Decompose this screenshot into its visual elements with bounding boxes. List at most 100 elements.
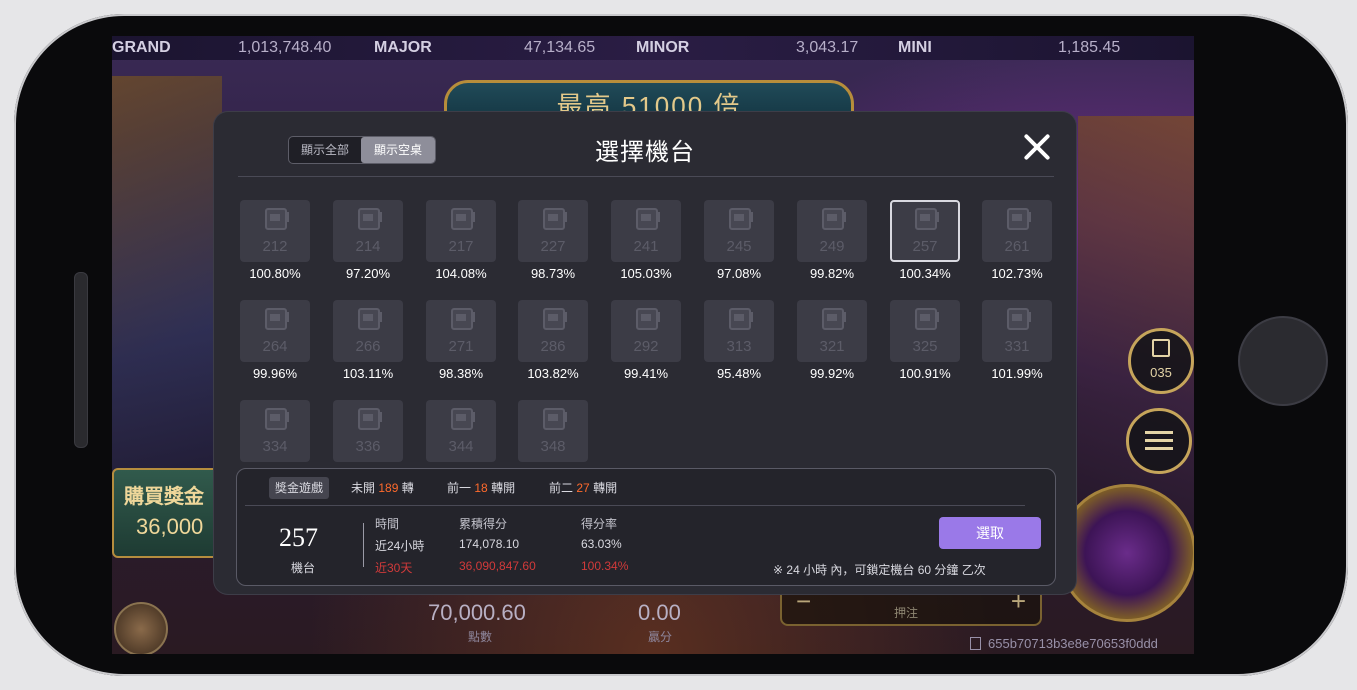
machine-number: 266 xyxy=(355,338,381,355)
machine-tile[interactable]: 257 xyxy=(890,200,960,262)
tab-prev-1-pre: 前一 xyxy=(447,481,472,495)
machine-rate: 103.82% xyxy=(527,366,579,381)
row24-total: 174,078.10 xyxy=(459,537,520,551)
machine-number: 271 xyxy=(448,338,474,355)
machine-rate: 99.41% xyxy=(623,366,669,381)
row30-total: 36,090,847.60 xyxy=(459,559,536,573)
machine-rate: 98.73% xyxy=(530,266,576,281)
machine-rate: 99.82% xyxy=(809,266,855,281)
tab-bonus-game[interactable]: 獎金遊戲 xyxy=(269,477,330,499)
tab-prev-2-post: 轉開 xyxy=(593,481,618,495)
close-icon[interactable] xyxy=(1020,130,1054,164)
slot-machine-icon xyxy=(265,208,289,230)
machine-select-button[interactable]: 035 xyxy=(1128,328,1194,394)
jackpot-mini-label: MINI xyxy=(898,39,932,56)
machine-number: 261 xyxy=(1004,238,1030,255)
modal-divider xyxy=(238,176,1054,177)
jackpot-grand-value: 1,013,748.40 xyxy=(238,39,332,56)
jackpot-bar: GRAND 1,013,748.40 MAJOR 47,134.65 MINOR… xyxy=(112,36,1194,60)
tab-not-open-pre: 未開 xyxy=(351,481,376,495)
machine-tile[interactable]: 348 xyxy=(518,400,588,462)
home-button[interactable] xyxy=(1238,316,1328,406)
machine-tile[interactable]: 321 xyxy=(797,300,867,362)
spin-button[interactable] xyxy=(1058,484,1194,622)
header-time: 時間 xyxy=(375,517,400,531)
machine-tile[interactable]: 261 xyxy=(982,200,1052,262)
select-machine-modal: 顯示全部 顯示空桌 選擇機台 212 100.80% 214 97.20% 217 104… xyxy=(214,112,1076,594)
row24-rate: 63.03% xyxy=(581,537,622,551)
machine-rate: 99.96% xyxy=(252,366,298,381)
machine-tile[interactable]: 214 xyxy=(333,200,403,262)
machine-tile[interactable]: 212 xyxy=(240,200,310,262)
left-character-art xyxy=(112,76,222,516)
machine-tile[interactable]: 313 xyxy=(704,300,774,362)
machine-tile[interactable]: 266 xyxy=(333,300,403,362)
jackpot-major-label: MAJOR xyxy=(374,39,432,56)
slot-machine-icon xyxy=(543,208,567,230)
machine-tile[interactable]: 217 xyxy=(426,200,496,262)
machine-tile[interactable]: 336 xyxy=(333,400,403,462)
tab-prev-1[interactable]: 前一 18 轉開 xyxy=(447,477,515,499)
slot-machine-icon xyxy=(1007,208,1031,230)
buy-feature-button[interactable]: 購買獎金 36,000 xyxy=(112,468,220,558)
machine-number: 325 xyxy=(912,338,938,355)
slot-machine-icon xyxy=(822,208,846,230)
machine-tile[interactable]: 264 xyxy=(240,300,310,362)
menu-button[interactable] xyxy=(1126,408,1192,474)
machine-tile[interactable]: 286 xyxy=(518,300,588,362)
slot-machine-icon xyxy=(822,308,846,330)
buy-feature-price: 36,000 xyxy=(136,514,204,539)
machine-number: 336 xyxy=(355,438,381,455)
select-button[interactable]: 選取 xyxy=(939,517,1041,549)
tab-not-open[interactable]: 未開 189 轉 xyxy=(351,477,414,499)
tab-prev-2-count: 27 xyxy=(576,481,590,495)
machine-rate: 100.80% xyxy=(249,266,301,281)
machine-tile[interactable]: 331 xyxy=(982,300,1052,362)
bet-caption: 押注 xyxy=(894,606,919,620)
machine-tile[interactable]: 245 xyxy=(704,200,774,262)
machine-number: 257 xyxy=(912,238,938,255)
machine-number: 264 xyxy=(262,338,288,355)
info-separator xyxy=(363,523,364,567)
machine-rate: 97.08% xyxy=(716,266,762,281)
machine-rate: 97.20% xyxy=(345,266,391,281)
machine-number: 334 xyxy=(262,438,288,455)
slot-machine-icon xyxy=(265,408,289,430)
machine-tile[interactable]: 334 xyxy=(240,400,310,462)
slot-machine-icon xyxy=(265,308,289,330)
menu-icon xyxy=(1145,431,1173,434)
machine-rate: 100.91% xyxy=(899,366,951,381)
machine-tile[interactable]: 249 xyxy=(797,200,867,262)
balance-value: 70,000.60 xyxy=(428,600,526,625)
menu-icon-bar xyxy=(1145,447,1173,450)
machine-number: 292 xyxy=(633,338,659,355)
machine-rate: 99.92% xyxy=(809,366,855,381)
player-avatar[interactable] xyxy=(114,602,168,654)
machine-number: 212 xyxy=(262,238,288,255)
slot-machine-icon xyxy=(1007,308,1031,330)
machine-number: 227 xyxy=(540,238,566,255)
tab-prev-2-pre: 前二 xyxy=(549,481,574,495)
tab-not-open-count: 189 xyxy=(378,481,399,495)
tab-prev-2[interactable]: 前二 27 轉開 xyxy=(549,477,617,499)
copy-icon[interactable] xyxy=(970,637,981,650)
machine-tile[interactable]: 227 xyxy=(518,200,588,262)
machine-number: 321 xyxy=(819,338,845,355)
machine-rate: 104.08% xyxy=(435,266,487,281)
menu-icon-bar xyxy=(1145,439,1173,442)
balance-label: 點數 xyxy=(468,630,493,644)
machine-tile[interactable]: 271 xyxy=(426,300,496,362)
machine-number: 241 xyxy=(633,238,659,255)
machine-tile[interactable]: 241 xyxy=(611,200,681,262)
machine-rate: 103.11% xyxy=(342,366,394,381)
machine-rate: 105.03% xyxy=(620,266,672,281)
machine-number: 214 xyxy=(355,238,381,255)
machine-rate: 98.38% xyxy=(438,366,484,381)
machine-rate: 95.48% xyxy=(716,366,762,381)
machine-tile[interactable]: 344 xyxy=(426,400,496,462)
machine-tile[interactable]: 325 xyxy=(890,300,960,362)
jackpot-minor-value: 3,043.17 xyxy=(796,39,859,56)
machine-number: 344 xyxy=(448,438,474,455)
machine-tile[interactable]: 292 xyxy=(611,300,681,362)
slot-machine-icon xyxy=(636,208,660,230)
